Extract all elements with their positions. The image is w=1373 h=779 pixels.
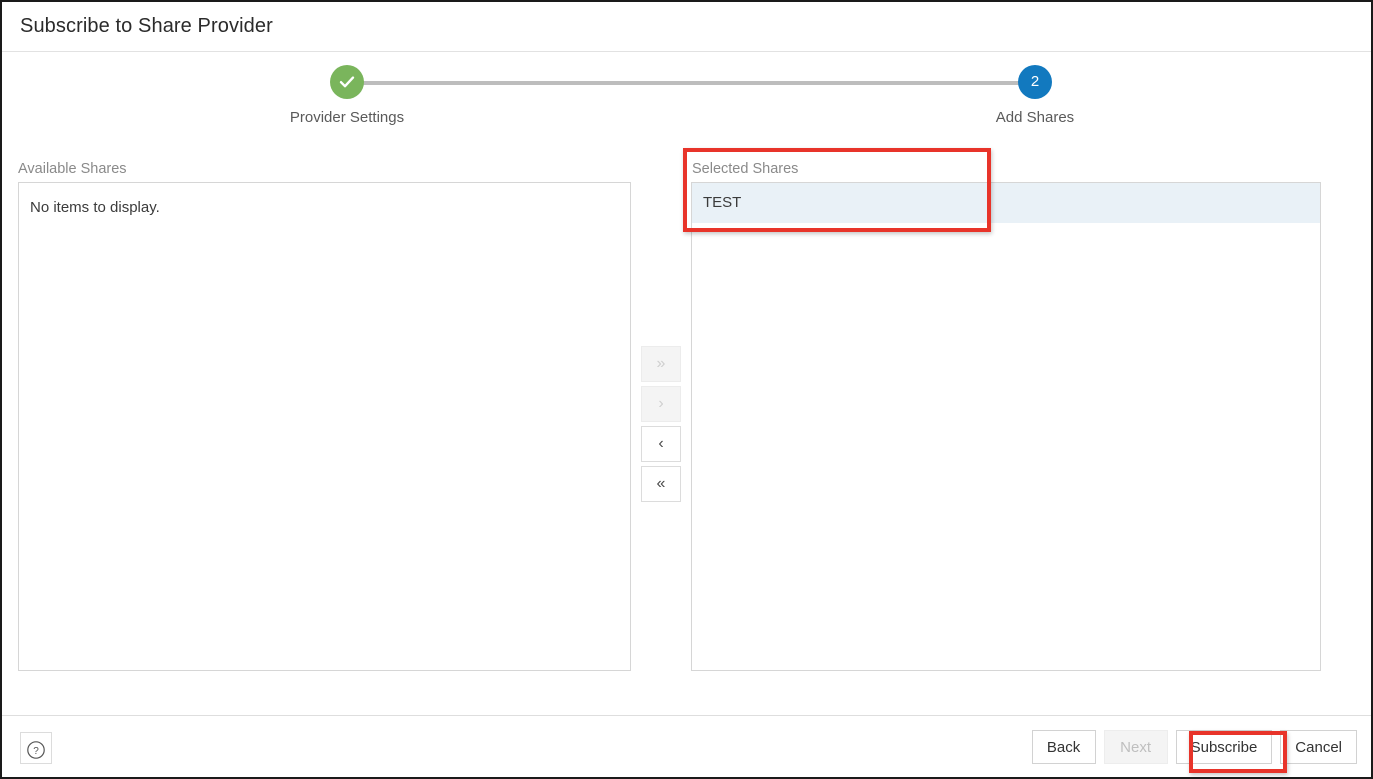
move-right-button[interactable]: › (641, 386, 681, 422)
next-button[interactable]: Next (1104, 730, 1168, 764)
stepper-step-1-label: Provider Settings (217, 109, 477, 126)
dialog-title: Subscribe to Share Provider (20, 15, 273, 38)
move-all-right-button[interactable]: » (641, 346, 681, 382)
subscribe-to-share-provider-dialog: Subscribe to Share Provider Provider Set… (0, 0, 1373, 779)
help-button[interactable]: ? (20, 732, 52, 764)
dialog-titlebar: Subscribe to Share Provider (2, 2, 1371, 52)
wizard-stepper: Provider Settings 2 Add Shares (2, 52, 1371, 144)
back-button[interactable]: Back (1032, 730, 1096, 764)
available-shares-list[interactable]: No items to display. (18, 182, 631, 671)
move-left-button[interactable]: ‹ (641, 426, 681, 462)
selected-shares-list[interactable]: TEST (691, 182, 1321, 671)
available-shares-empty-message: No items to display. (30, 199, 160, 216)
svg-text:?: ? (33, 746, 39, 757)
footer-action-buttons: Back Next Subscribe Cancel (1032, 730, 1357, 764)
help-circle-icon: ? (21, 739, 51, 761)
subscribe-button[interactable]: Subscribe (1176, 730, 1273, 764)
cancel-button[interactable]: Cancel (1280, 730, 1357, 764)
dialog-footer: ? Back Next Subscribe Cancel (2, 715, 1371, 777)
check-icon (330, 65, 364, 99)
step-number-badge: 2 (1018, 65, 1052, 99)
available-shares-label: Available Shares (18, 161, 127, 177)
stepper-step-2-label: Add Shares (905, 109, 1165, 126)
stepper-connector-line (360, 81, 1020, 85)
transfer-button-group: » › ‹ « (641, 346, 681, 506)
selected-shares-label: Selected Shares (692, 161, 798, 177)
move-all-left-button[interactable]: « (641, 466, 681, 502)
list-item[interactable]: TEST (692, 183, 1320, 223)
list-item-label: TEST (703, 194, 741, 211)
